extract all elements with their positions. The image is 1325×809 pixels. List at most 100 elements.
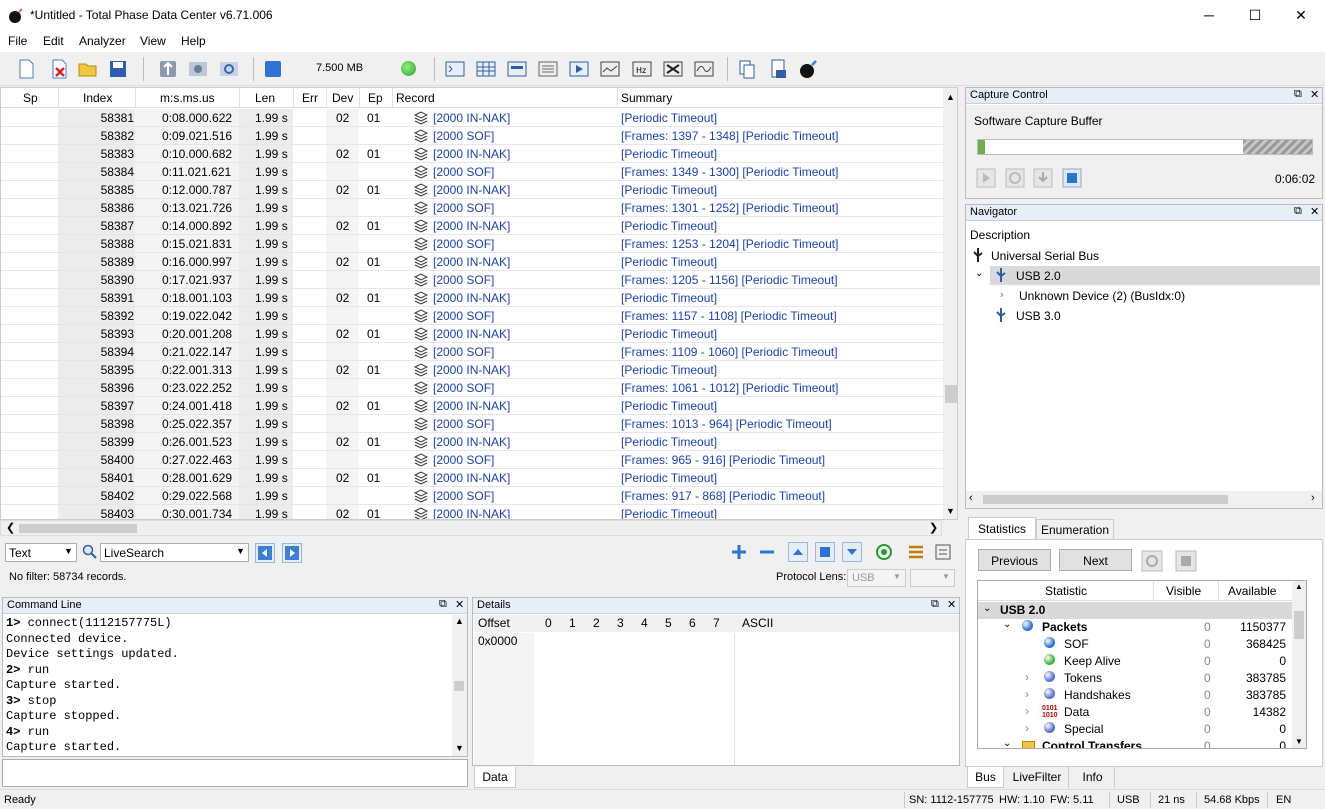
- column-header-err[interactable]: Err: [302, 91, 318, 105]
- column-header-time[interactable]: m:s.ms.us: [160, 91, 215, 105]
- export-icon[interactable]: [768, 58, 790, 80]
- row-record[interactable]: [2000 IN-NAK]: [433, 507, 510, 519]
- close-button[interactable]: ✕: [1278, 0, 1324, 30]
- filter-mode-select[interactable]: Text ▼: [5, 543, 77, 562]
- open-folder-icon[interactable]: [77, 58, 99, 80]
- float-panel-icon[interactable]: ⧉: [1294, 205, 1302, 218]
- table-row[interactable]: 58397 0:24.001.418 1.99 s 02 01 [2000 IN-NAK]…: [1, 397, 943, 415]
- scroll-down-arrow-icon[interactable]: ▼: [1295, 737, 1303, 746]
- column-header-len[interactable]: Len: [255, 91, 275, 105]
- row-record[interactable]: [2000 IN-NAK]: [433, 471, 510, 485]
- save-icon[interactable]: [107, 58, 129, 80]
- table-row[interactable]: 58396 0:23.022.252 1.99 s [2000 SOF] [Frames…: [1, 379, 943, 397]
- chevron-right-icon[interactable]: ›: [1025, 721, 1029, 735]
- table-row[interactable]: 58383 0:10.000.682 1.99 s 02 01 [2000 IN-NAK]…: [1, 145, 943, 163]
- maximize-button[interactable]: ☐: [1232, 0, 1278, 30]
- list-view-icon[interactable]: [537, 58, 559, 80]
- table-row[interactable]: 58395 0:22.001.313 1.99 s 02 01 [2000 IN-NAK]…: [1, 361, 943, 379]
- row-record[interactable]: [2000 SOF]: [433, 453, 494, 467]
- chevron-right-icon[interactable]: ›: [1025, 687, 1029, 701]
- scroll-up-arrow-icon[interactable]: ▲: [1295, 582, 1303, 591]
- command-scrollbar[interactable]: ▲ ▼: [452, 615, 467, 756]
- settings-icon[interactable]: [187, 58, 209, 80]
- scrollbar-thumb[interactable]: [983, 495, 1228, 504]
- expand-all-icon[interactable]: [729, 542, 749, 562]
- tree-item-usb-2[interactable]: USB 2.0: [1016, 269, 1061, 283]
- table-row[interactable]: 58402 0:29.022.568 1.99 s [2000 SOF] [Frames…: [1, 487, 943, 505]
- close-file-icon[interactable]: [48, 58, 70, 80]
- protocol-lens-options-button[interactable]: ▼: [910, 569, 955, 587]
- table-row[interactable]: 58389 0:16.000.997 1.99 s 02 01 [2000 IN-NAK]…: [1, 253, 943, 271]
- trigger-icon[interactable]: [1005, 168, 1025, 188]
- row-record[interactable]: [2000 IN-NAK]: [433, 399, 510, 413]
- pattern-icon[interactable]: [662, 58, 684, 80]
- column-header-sp[interactable]: Sp: [23, 91, 38, 105]
- table-row[interactable]: 58381 0:08.000.622 1.99 s 02 01 [2000 IN-NAK]…: [1, 109, 943, 127]
- table-row[interactable]: 58398 0:25.022.357 1.99 s [2000 SOF] [Frames…: [1, 415, 943, 433]
- table-row[interactable]: 58386 0:13.021.726 1.99 s [2000 SOF] [Frames…: [1, 199, 943, 217]
- chevron-down-icon[interactable]: ⌄: [983, 603, 991, 614]
- goto-marker-button[interactable]: [815, 542, 835, 562]
- menu-help[interactable]: Help: [181, 34, 206, 48]
- column-header-dev[interactable]: Dev: [332, 91, 353, 105]
- row-record[interactable]: [2000 SOF]: [433, 237, 494, 251]
- scroll-up-arrow-icon[interactable]: ▲: [455, 616, 464, 626]
- protocol-lens-select[interactable]: USB ▼: [847, 569, 906, 587]
- play-icon[interactable]: [976, 168, 996, 188]
- row-record[interactable]: [2000 SOF]: [433, 165, 494, 179]
- row-record[interactable]: [2000 SOF]: [433, 345, 494, 359]
- statistics-group-row[interactable]: ⌄ USB 2.0: [978, 602, 1292, 619]
- collapse-all-icon[interactable]: [757, 542, 777, 562]
- tab-enumeration[interactable]: Enumeration: [1036, 519, 1114, 539]
- row-record[interactable]: [2000 SOF]: [433, 273, 494, 287]
- close-panel-icon[interactable]: ✕: [1310, 205, 1319, 218]
- bomb-icon[interactable]: [798, 58, 820, 80]
- float-panel-icon[interactable]: ⧉: [439, 598, 447, 611]
- chevron-down-icon[interactable]: ⌄: [1003, 619, 1011, 630]
- close-panel-icon[interactable]: ✕: [1310, 88, 1319, 101]
- row-record[interactable]: [2000 SOF]: [433, 201, 494, 215]
- config-icon[interactable]: [218, 58, 240, 80]
- statistics-row[interactable]: › Handshakes 0 383785: [978, 687, 1290, 704]
- save-stats-icon[interactable]: [1175, 550, 1197, 572]
- float-panel-icon[interactable]: ⧉: [931, 598, 939, 611]
- chevron-right-icon[interactable]: ›: [1025, 704, 1029, 718]
- statistics-row[interactable]: ⌄ Control Transfers 0 0: [978, 738, 1290, 748]
- close-panel-icon[interactable]: ✕: [947, 598, 956, 611]
- statistics-row[interactable]: Keep Alive 0 0: [978, 653, 1290, 670]
- table-row[interactable]: 58393 0:20.001.208 1.99 s 02 01 [2000 IN-NAK]…: [1, 325, 943, 343]
- row-record[interactable]: [2000 SOF]: [433, 309, 494, 323]
- copy-icon[interactable]: [736, 58, 758, 80]
- tab-statistics[interactable]: Statistics: [968, 517, 1036, 539]
- new-file-icon[interactable]: [15, 58, 37, 80]
- table-row[interactable]: 58403 0:30.001.734 1.99 s 02 01 [2000 IN-NAK]…: [1, 505, 943, 519]
- tab-livefilter[interactable]: LiveFilter: [1006, 767, 1069, 788]
- table-row[interactable]: 58387 0:14.000.892 1.99 s 02 01 [2000 IN-NAK]…: [1, 217, 943, 235]
- table-row[interactable]: 58401 0:28.001.629 1.99 s 02 01 [2000 IN-NAK]…: [1, 469, 943, 487]
- table-row[interactable]: 58392 0:19.022.042 1.99 s [2000 SOF] [Frames…: [1, 307, 943, 325]
- scrollbar-thumb[interactable]: [19, 524, 137, 533]
- table-vertical-scrollbar[interactable]: ▲ ▼: [943, 88, 957, 519]
- column-header-summary[interactable]: Summary: [621, 91, 672, 105]
- stop-icon[interactable]: [1062, 168, 1082, 188]
- livesearch-input[interactable]: LiveSearch ▼: [100, 543, 249, 562]
- scroll-up-arrow-icon[interactable]: ▲: [946, 92, 955, 102]
- row-record[interactable]: [2000 IN-NAK]: [433, 183, 510, 197]
- command-input[interactable]: [2, 759, 468, 787]
- menu-edit[interactable]: Edit: [43, 34, 64, 48]
- table-row[interactable]: 58388 0:15.021.831 1.99 s [2000 SOF] [Frames…: [1, 235, 943, 253]
- row-record[interactable]: [2000 IN-NAK]: [433, 219, 510, 233]
- statistics-row[interactable]: › 0101 1010 Data 0 14382: [978, 704, 1290, 721]
- chevron-down-icon[interactable]: ⌄: [975, 268, 983, 279]
- row-record[interactable]: [2000 SOF]: [433, 489, 494, 503]
- table-row[interactable]: 58385 0:12.000.787 1.99 s 02 01 [2000 IN-NAK]…: [1, 181, 943, 199]
- next-button[interactable]: Next: [1059, 549, 1132, 571]
- chevron-right-icon[interactable]: ›: [1000, 289, 1004, 301]
- menu-view[interactable]: View: [140, 34, 166, 48]
- statistics-row[interactable]: ⌄ Packets 0 1150377: [978, 619, 1290, 636]
- table-row[interactable]: 58391 0:18.001.103 1.99 s 02 01 [2000 IN-NAK]…: [1, 289, 943, 307]
- row-record[interactable]: [2000 SOF]: [433, 417, 494, 431]
- chevron-down-icon[interactable]: ⌄: [1003, 738, 1011, 748]
- tree-item-usb-3[interactable]: USB 3.0: [1016, 309, 1061, 323]
- row-record[interactable]: [2000 IN-NAK]: [433, 363, 510, 377]
